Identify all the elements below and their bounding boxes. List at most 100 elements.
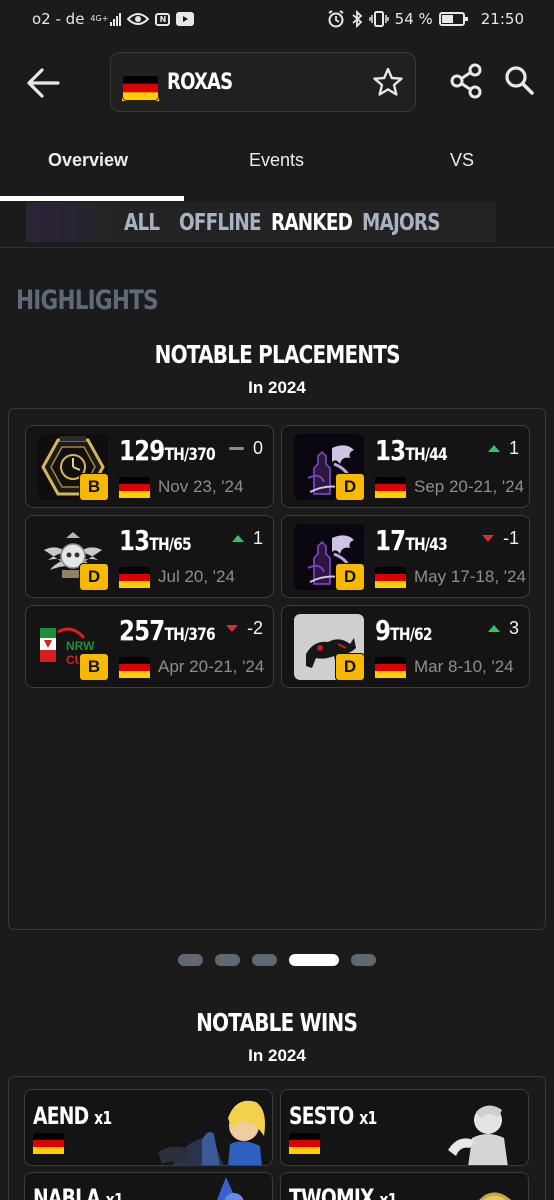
tier-badge: D — [335, 653, 365, 681]
battery-percent: 54 % — [394, 10, 433, 28]
status-right: 54 % 21:50 — [327, 10, 524, 28]
notable-wins-subtitle: In 2024 — [248, 1046, 306, 1065]
page-dot[interactable] — [178, 954, 203, 966]
placement-rank: 9TH/62 — [375, 614, 433, 647]
placements-carousel[interactable]: B 129TH/370 0 Nov 23, '24 D 13TH/44 1 Se… — [8, 408, 546, 930]
tier-badge: B — [79, 473, 109, 501]
germany-flag-icon — [289, 1133, 320, 1154]
trend-down-icon — [225, 625, 238, 632]
event-date: Apr 20-21, '24 — [158, 657, 265, 676]
event-date: Jul 20, '24 — [158, 567, 235, 586]
tier-badge: B — [79, 653, 109, 681]
filter-ranked[interactable]: RANKED — [271, 210, 353, 236]
germany-flag-icon — [375, 567, 406, 588]
seed-delta: 1 — [231, 528, 263, 549]
filter-row: ALL OFFLINE RANKED MAJORS — [0, 202, 554, 248]
status-bar: o2 - de 4G+ N 54 % 21:50 — [0, 0, 554, 38]
seed-delta: 0 — [228, 438, 263, 459]
win-card[interactable]: NABLA x1 — [24, 1172, 273, 1200]
signal-icon — [110, 12, 122, 26]
placement-rank: 13TH/44 — [375, 434, 448, 467]
battery-icon — [438, 12, 468, 26]
seed-delta: 1 — [487, 438, 519, 459]
nfc-icon: N — [155, 12, 171, 26]
germany-flag-icon — [33, 1133, 64, 1154]
filter-majors[interactable]: MAJORS — [362, 210, 440, 236]
page-dot-active[interactable] — [289, 954, 339, 966]
win-card[interactable]: TWOMIX x1 — [280, 1172, 529, 1200]
tab-indicator — [0, 196, 184, 201]
tier-badge: D — [79, 563, 109, 591]
placement-rank: 13TH/65 — [119, 524, 192, 557]
clock: 21:50 — [480, 10, 524, 28]
trend-up-icon — [487, 625, 500, 632]
filter-all[interactable]: ALL — [124, 210, 160, 236]
germany-flag-icon — [375, 477, 406, 498]
page-dot[interactable] — [351, 954, 376, 966]
seed-delta: -1 — [481, 528, 519, 549]
tier-badge: D — [335, 563, 365, 591]
event-date: Sep 20-21, '24 — [414, 477, 525, 496]
opponent-name: TWOMIX x1 — [289, 1184, 397, 1200]
carousel-pagination — [178, 954, 376, 968]
placement-card[interactable]: NRWCUP B 257TH/376 -2 Apr 20-21, '24 — [25, 605, 274, 688]
status-left: o2 - de 4G+ N — [32, 10, 195, 28]
share-icon[interactable] — [448, 61, 488, 101]
trend-down-icon — [481, 535, 494, 542]
event-date: May 17-18, '24 — [414, 567, 526, 586]
eye-icon — [127, 12, 150, 26]
zero-suit-samus-art — [142, 1090, 272, 1165]
notable-wins-title: NOTABLE WINS — [196, 1008, 359, 1037]
tab-vs[interactable]: VS — [450, 150, 474, 171]
event-date: Mar 8-10, '24 — [414, 657, 514, 676]
wii-fit-trainer-art — [398, 1090, 528, 1165]
page-dot[interactable] — [215, 954, 240, 966]
no-change-dash-icon — [228, 447, 244, 450]
germany-flag-icon — [375, 657, 406, 678]
favorite-star-icon[interactable] — [373, 67, 403, 97]
placement-rank: 257TH/376 — [119, 614, 216, 647]
tab-events[interactable]: Events — [249, 150, 304, 171]
tab-bar: Overview Events VS — [0, 132, 554, 202]
placement-card[interactable]: D 13TH/44 1 Sep 20-21, '24 — [281, 425, 530, 508]
seed-delta: 3 — [487, 618, 519, 639]
notable-placements-title: NOTABLE PLACEMENTS — [154, 340, 400, 369]
tab-overview[interactable]: Overview — [48, 150, 128, 171]
trend-up-icon — [487, 445, 500, 452]
player-search-pill[interactable]: ROXAS — [110, 52, 416, 112]
player-name: ROXAS — [167, 70, 233, 95]
youtube-icon — [176, 12, 195, 26]
svg-text:NRW: NRW — [66, 639, 95, 653]
opponent-name: NABLA x1 — [33, 1184, 124, 1200]
placement-card[interactable]: D 17TH/43 -1 May 17-18, '24 — [281, 515, 530, 598]
seed-delta: -2 — [225, 618, 263, 639]
win-card[interactable]: SESTO x1 — [280, 1089, 529, 1166]
character-art — [398, 1173, 528, 1200]
trend-up-icon — [231, 535, 244, 542]
tier-badge: D — [335, 473, 365, 501]
event-date: Nov 23, '24 — [158, 477, 244, 496]
bluetooth-icon — [351, 10, 363, 28]
germany-flag-icon — [119, 567, 150, 588]
placement-card[interactable]: D 9TH/62 3 Mar 8-10, '24 — [281, 605, 530, 688]
highlights-heading: HIGHLIGHTS — [16, 285, 159, 316]
back-arrow-icon[interactable] — [22, 61, 66, 105]
alarm-icon — [327, 10, 345, 28]
placement-card[interactable]: B 129TH/370 0 Nov 23, '24 — [25, 425, 274, 508]
network-label: 4G+ — [90, 14, 109, 23]
notable-placements-subtitle: In 2024 — [248, 378, 306, 397]
search-icon[interactable] — [500, 61, 540, 101]
vibrate-icon — [368, 11, 389, 27]
germany-flag-icon — [119, 477, 150, 498]
filter-offline[interactable]: OFFLINE — [179, 210, 262, 236]
win-card[interactable]: AEND x1 — [24, 1089, 273, 1166]
page-dot[interactable] — [252, 954, 277, 966]
app-bar: ROXAS — [0, 44, 554, 120]
placement-rank: 129TH/370 — [119, 434, 216, 467]
opponent-name: SESTO x1 — [289, 1102, 377, 1130]
germany-flag-icon — [119, 657, 150, 678]
germany-flag-icon — [122, 75, 159, 101]
opponent-name: AEND x1 — [33, 1102, 112, 1130]
character-art — [142, 1173, 272, 1200]
placement-card[interactable]: D 13TH/65 1 Jul 20, '24 — [25, 515, 274, 598]
